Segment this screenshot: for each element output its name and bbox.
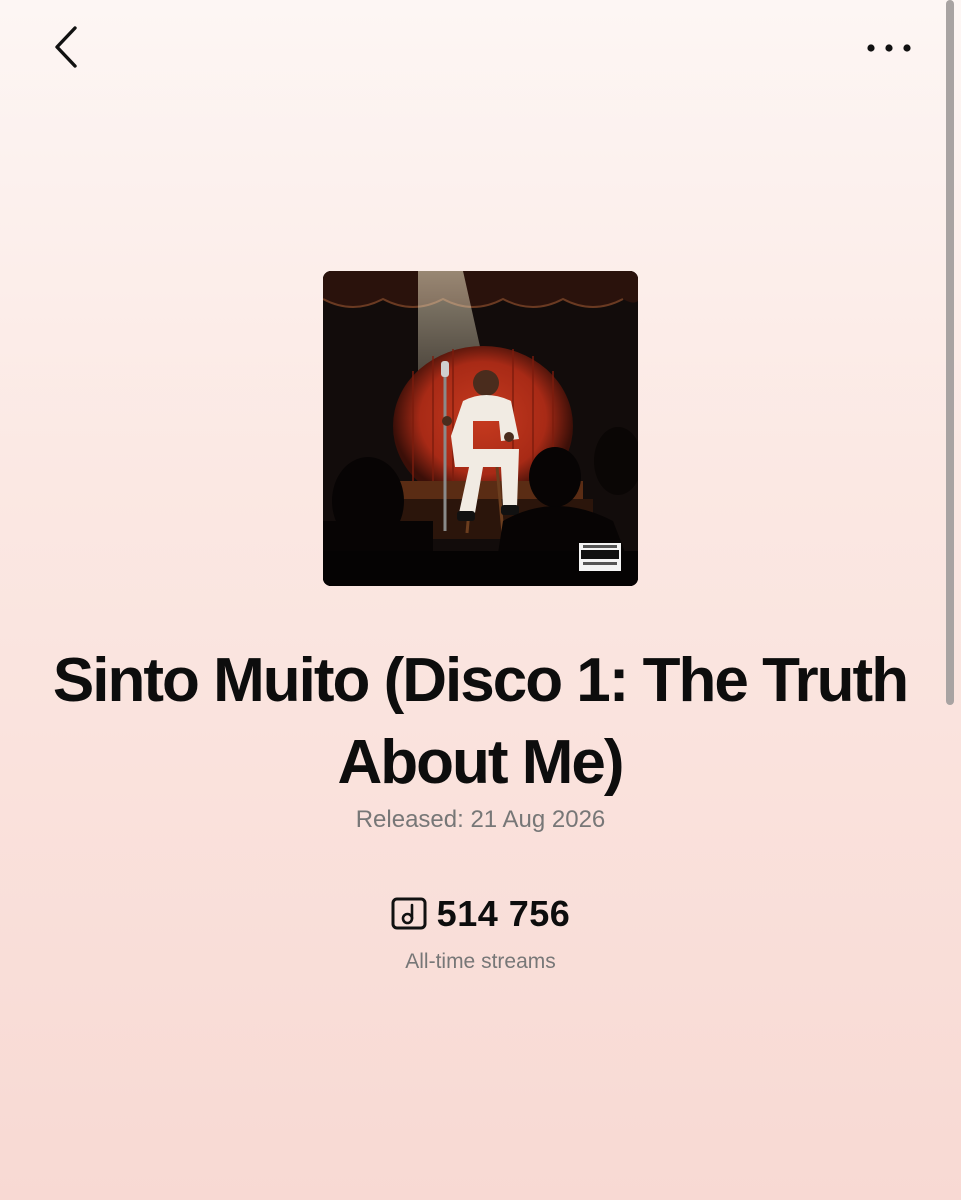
music-note-icon	[391, 897, 427, 930]
streams-count: 514 756	[436, 893, 571, 934]
more-horizontal-icon	[867, 44, 911, 52]
album-title: Sinto Muito (Disco 1: The Truth About Me…	[52, 646, 909, 797]
streams-label: All-time streams	[405, 950, 556, 973]
album-cover	[323, 271, 638, 586]
back-button[interactable]	[44, 22, 88, 72]
parental-advisory-badge	[579, 543, 621, 571]
more-options-button[interactable]	[860, 28, 918, 68]
scrollbar[interactable]	[946, 0, 954, 705]
top-bar	[0, 0, 961, 100]
chevron-left-icon	[55, 26, 77, 68]
release-date: Released: 21 Aug 2026	[355, 806, 606, 833]
streams-stat: 514 756	[0, 893, 961, 935]
